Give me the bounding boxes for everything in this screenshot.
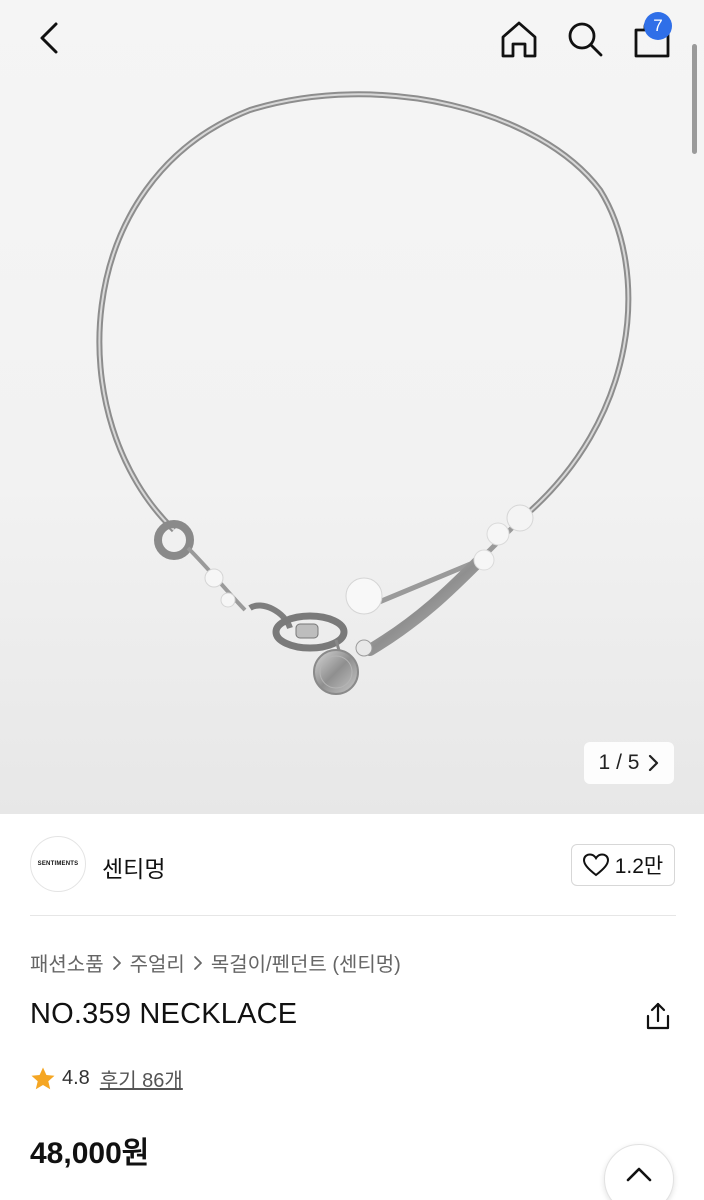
share-icon — [646, 1002, 670, 1030]
pager-text: 1 / 5 — [599, 751, 640, 775]
review-count-link[interactable]: 후기 86개 — [100, 1064, 183, 1093]
heart-icon — [582, 853, 609, 877]
brand-name[interactable]: 센티멍 — [102, 850, 165, 884]
home-button[interactable] — [494, 14, 544, 64]
chevron-up-icon — [626, 1167, 652, 1182]
product-price: 48,000원 — [30, 1137, 150, 1170]
search-icon — [568, 22, 603, 57]
breadcrumb-item-category[interactable]: 패션소품 — [30, 948, 104, 977]
scroll-to-top-button[interactable] — [604, 1144, 674, 1200]
pager-total: 5 — [627, 751, 640, 774]
breadcrumb-item-current[interactable]: 목걸이/펜던트 (센티멍) — [211, 948, 401, 977]
breadcrumb-item-subcategory[interactable]: 주얼리 — [130, 948, 185, 977]
product-image — [96, 91, 632, 695]
home-icon — [501, 21, 537, 58]
brand-row[interactable]: SENTIMENTS 센티멍 1.2만 — [30, 836, 676, 894]
pager-separator: / — [616, 751, 622, 774]
product-title: NO.359 NECKLACE — [30, 998, 298, 1030]
share-button[interactable] — [638, 996, 678, 1036]
like-count: 1.2만 — [614, 855, 664, 878]
pager-current: 1 — [598, 751, 611, 774]
rating-row: 4.8 후기 86개 — [30, 1064, 183, 1093]
cart-count-badge: 7 — [644, 12, 672, 40]
chevron-right-icon — [649, 754, 659, 772]
brand-logo[interactable]: SENTIMENTS — [30, 836, 86, 892]
image-pager[interactable]: 1 / 5 — [584, 742, 674, 784]
back-button[interactable] — [26, 14, 74, 62]
star-icon — [31, 1067, 55, 1089]
search-button[interactable] — [560, 14, 610, 64]
product-image-gallery[interactable]: 7 1 / 5 — [0, 0, 704, 814]
rating-value: 4.8 — [62, 1067, 90, 1089]
product-title-row: NO.359 NECKLACE — [30, 996, 676, 1036]
brand-logo-text: SENTIMENTS — [37, 861, 79, 867]
breadcrumb: 패션소품 주얼리 목걸이/펜던트 (센티멍) — [30, 948, 401, 977]
back-arrow-icon — [40, 22, 58, 54]
top-navigation-bar: 7 — [0, 0, 704, 80]
like-button[interactable]: 1.2만 — [571, 844, 675, 886]
page-scrollbar[interactable] — [692, 44, 697, 154]
chevron-right-icon — [112, 955, 122, 971]
divider — [30, 915, 676, 916]
chevron-right-icon — [193, 955, 203, 971]
